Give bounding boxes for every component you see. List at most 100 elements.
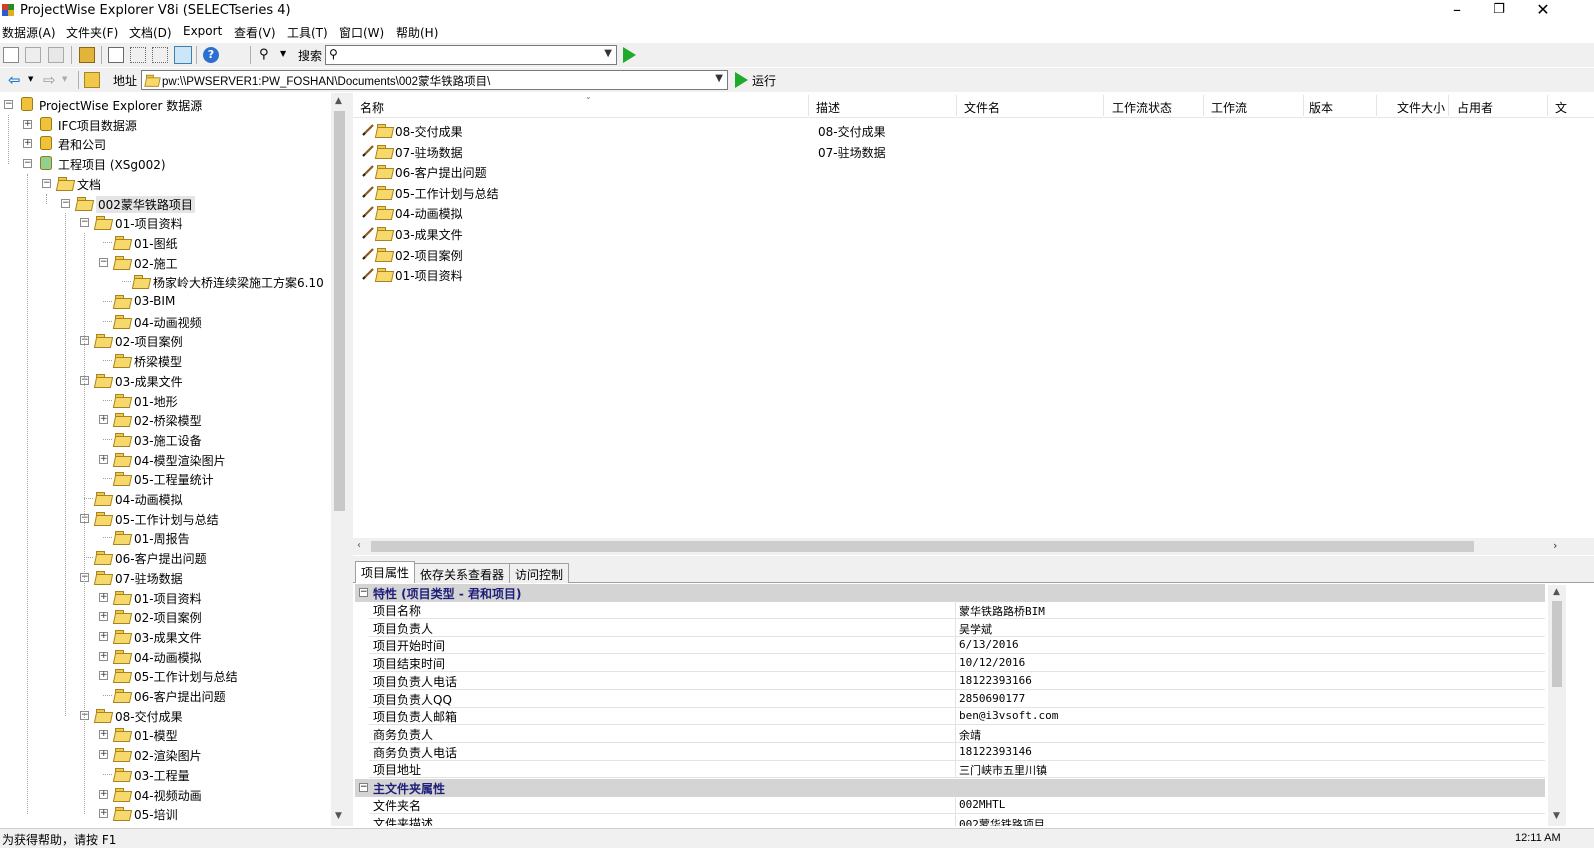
help-icon[interactable]: ? xyxy=(203,47,219,63)
chevron-down-icon[interactable]: ▼ xyxy=(280,49,296,65)
list-item[interactable]: 04-动画模拟 xyxy=(361,203,1561,223)
chevron-down-icon[interactable]: ▼ xyxy=(715,73,723,84)
property-value[interactable]: 6/13/2016 xyxy=(959,638,1019,651)
back-arrow-icon[interactable]: ⇦ xyxy=(8,72,24,88)
list-horizontal-scrollbar[interactable]: ‹ › xyxy=(353,538,1594,555)
property-row[interactable]: 商务负责人 余靖 xyxy=(369,724,1545,743)
property-value[interactable]: 2850690177 xyxy=(959,692,1025,705)
menu-view[interactable]: 查看(V) xyxy=(234,24,276,41)
collapse-icon[interactable]: − xyxy=(61,198,70,208)
run-icon[interactable] xyxy=(735,72,748,88)
menu-document[interactable]: 文档(D) xyxy=(129,24,172,41)
column-owner[interactable]: 占用者 xyxy=(1457,99,1493,116)
property-value[interactable]: 吴学斌 xyxy=(959,621,992,637)
expand-icon[interactable]: + xyxy=(99,592,108,602)
list-item[interactable]: 07-驻场数据 07-驻场数据 xyxy=(361,142,1561,162)
chevron-down-icon[interactable]: ▼ xyxy=(62,75,78,91)
tree-scrollbar-thumb[interactable] xyxy=(334,111,345,511)
property-row[interactable]: 项目负责人QQ 2850690177 xyxy=(369,689,1545,708)
expand-icon[interactable]: + xyxy=(23,139,32,149)
property-row[interactable]: 文件夹描述 002蒙华铁路项目 xyxy=(369,813,1545,826)
expand-icon[interactable]: + xyxy=(99,612,108,622)
collapse-icon[interactable]: − xyxy=(80,218,89,228)
property-row[interactable]: 项目地址 三门峡市五里川镇 xyxy=(369,760,1545,779)
new-document-icon[interactable] xyxy=(3,47,19,63)
expand-icon[interactable]: + xyxy=(99,454,108,464)
minimize-button[interactable]: – xyxy=(1434,0,1480,22)
column-file-size[interactable]: 文件大小 xyxy=(1397,99,1445,116)
property-row[interactable]: 项目开始时间 6/13/2016 xyxy=(369,636,1545,655)
property-row[interactable]: 项目名称 蒙华铁路路桥BIM xyxy=(369,601,1545,619)
property-value[interactable]: 18122393166 xyxy=(959,674,1032,687)
property-value[interactable]: 10/12/2016 xyxy=(959,656,1025,669)
property-row[interactable]: 文件夹名 002MHTL xyxy=(369,796,1545,814)
column-workflow-state[interactable]: 工作流状态 xyxy=(1112,99,1172,116)
collapse-icon[interactable]: − xyxy=(4,100,13,109)
column-more[interactable]: 文 xyxy=(1555,99,1567,116)
list-view-icon[interactable] xyxy=(152,47,168,63)
property-value[interactable]: 蒙华铁路路桥BIM xyxy=(959,603,1045,619)
column-name[interactable]: 名称 xyxy=(360,99,384,116)
chevron-down-icon[interactable]: ▼ xyxy=(604,48,612,59)
search-go-icon[interactable] xyxy=(623,47,636,63)
list-item[interactable]: 08-交付成果 08-交付成果 xyxy=(361,121,1561,141)
property-row[interactable]: 项目负责人电话 18122393166 xyxy=(369,671,1545,690)
property-row[interactable]: 商务负责人电话 18122393146 xyxy=(369,742,1545,761)
column-filename[interactable]: 文件名 xyxy=(964,99,1000,116)
close-button[interactable]: ✕ xyxy=(1520,0,1566,22)
menu-export[interactable]: Export xyxy=(183,24,222,38)
property-value[interactable]: 002MHTL xyxy=(959,798,1005,811)
list-item[interactable]: 02-项目案例 xyxy=(361,245,1561,265)
run-button[interactable]: 运行 xyxy=(752,72,776,89)
expand-icon[interactable]: + xyxy=(99,789,108,799)
list-item[interactable]: 06-客户提出问题 xyxy=(361,162,1561,182)
scroll-down-icon[interactable]: ▼ xyxy=(335,811,342,821)
collapse-icon[interactable]: − xyxy=(42,178,51,188)
scroll-down-icon[interactable]: ▼ xyxy=(1553,811,1560,821)
collapse-icon[interactable]: − xyxy=(359,588,368,597)
chevron-down-icon[interactable]: ▼ xyxy=(28,75,44,91)
property-value[interactable]: 18122393146 xyxy=(959,745,1032,758)
search-combo[interactable]: ⚲ ▼ xyxy=(325,45,617,65)
scroll-up-icon[interactable]: ▲ xyxy=(1553,587,1560,597)
tree-scrollbar[interactable]: ▲ ▼ xyxy=(331,93,348,826)
property-value[interactable]: ben@i3vsoft.com xyxy=(959,709,1058,722)
checkin-icon[interactable] xyxy=(48,47,64,63)
large-icons-view-icon[interactable] xyxy=(108,47,124,63)
properties-group-folder[interactable]: − 主文件夹属性 xyxy=(355,779,1545,797)
collapse-icon[interactable]: − xyxy=(359,783,368,792)
tab-access-control[interactable]: 访问控制 xyxy=(509,563,570,583)
column-description[interactable]: 描述 xyxy=(816,99,840,116)
list-item[interactable]: 01-项目资料 xyxy=(361,265,1561,285)
menu-datasource[interactable]: 数据源(A) xyxy=(2,24,56,41)
expand-icon[interactable]: + xyxy=(23,119,32,129)
expand-icon[interactable]: + xyxy=(99,651,108,661)
menu-tools[interactable]: 工具(T) xyxy=(287,24,328,41)
expand-icon[interactable]: + xyxy=(99,730,108,740)
menu-folder[interactable]: 文件夹(F) xyxy=(66,24,118,41)
scroll-left-icon[interactable]: ‹ xyxy=(357,540,361,551)
address-combo[interactable]: pw:\\PWSERVER1:PW_FOSHAN\Documents\002蒙华… xyxy=(141,70,728,90)
expand-icon[interactable]: + xyxy=(99,415,108,425)
collapse-icon[interactable]: − xyxy=(99,257,108,267)
forward-arrow-icon[interactable]: ⇨ xyxy=(43,72,59,88)
scroll-up-icon[interactable]: ▲ xyxy=(335,96,342,106)
edit-document-icon[interactable] xyxy=(25,47,41,63)
properties-group-attributes[interactable]: − 特性 (项目类型 - 君和项目) xyxy=(355,584,1545,602)
expand-icon[interactable]: + xyxy=(99,809,108,819)
property-row[interactable]: 项目结束时间 10/12/2016 xyxy=(369,654,1545,673)
column-version[interactable]: 版本 xyxy=(1309,99,1333,116)
property-value[interactable]: 002蒙华铁路项目 xyxy=(959,816,1045,826)
properties-scrollbar[interactable]: ▲ ▼ xyxy=(1548,585,1566,826)
print-icon[interactable] xyxy=(79,47,95,63)
column-workflow[interactable]: 工作流 xyxy=(1211,99,1247,116)
expand-icon[interactable]: + xyxy=(99,750,108,760)
details-view-icon[interactable] xyxy=(174,46,192,64)
expand-icon[interactable]: + xyxy=(99,631,108,641)
list-item[interactable]: 05-工作计划与总结 xyxy=(361,183,1561,203)
property-value[interactable]: 三门峡市五里川镇 xyxy=(959,762,1047,778)
properties-scrollbar-thumb[interactable] xyxy=(1552,601,1562,687)
property-row[interactable]: 项目负责人 吴学斌 xyxy=(369,618,1545,637)
property-value[interactable]: 余靖 xyxy=(959,727,981,743)
restore-button[interactable]: ❐ xyxy=(1476,0,1522,22)
